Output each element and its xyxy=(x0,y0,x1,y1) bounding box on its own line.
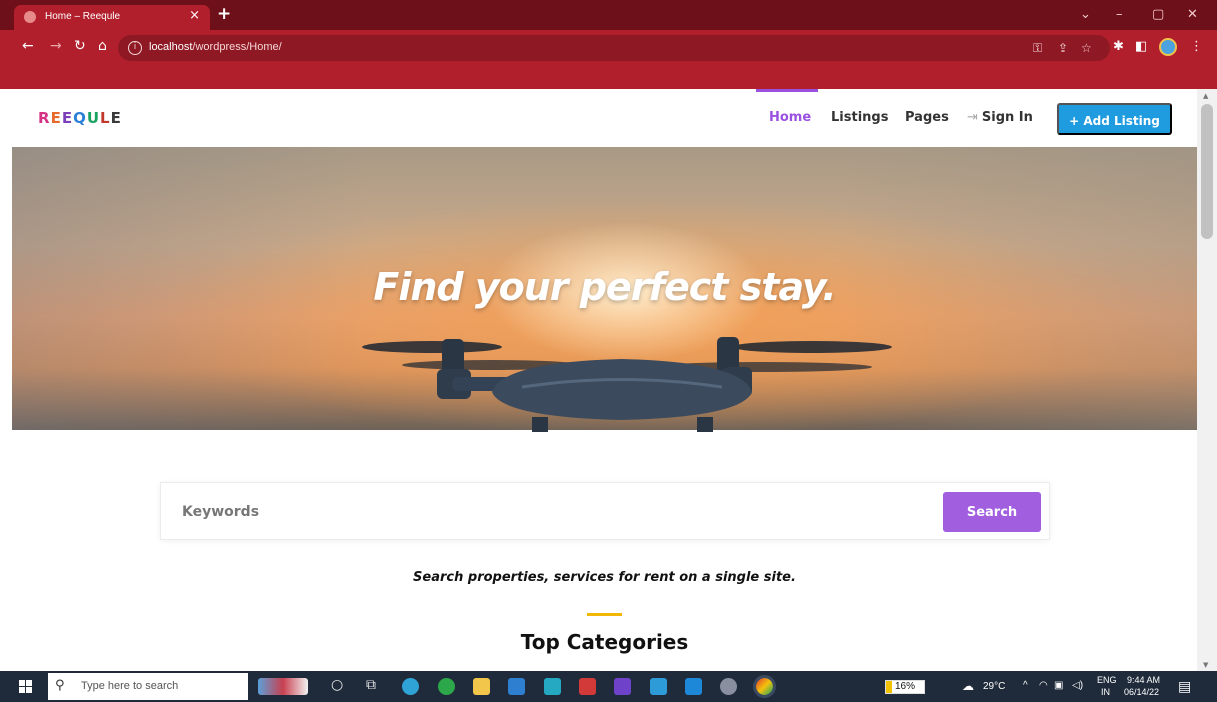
close-window-button[interactable]: ✕ xyxy=(1187,7,1198,22)
edge-icon[interactable] xyxy=(402,678,419,695)
l-app-icon[interactable] xyxy=(544,678,561,695)
logo-letter: E xyxy=(110,109,122,127)
hero-banner: Find your perfect stay. xyxy=(12,147,1197,432)
site-logo[interactable]: REEQULE xyxy=(38,109,122,127)
battery-fill xyxy=(886,681,892,693)
address-bar[interactable]: i localhost/wordpress/Home/ ⚿ ⇪ ☆ xyxy=(118,35,1110,61)
tab-search-icon[interactable]: ⌄ xyxy=(1080,7,1091,22)
tab-close-icon[interactable]: × xyxy=(189,8,200,23)
browser-chrome: Home – Reequle × + ⌄ – ▢ ✕ ← → ↻ ⌂ i loc… xyxy=(0,0,1217,89)
language-bottom[interactable]: IN xyxy=(1101,687,1110,697)
home-icon[interactable]: ⌂ xyxy=(98,39,107,53)
network-icon[interactable]: ▣ xyxy=(1054,680,1063,691)
top-categories-title: Top Categories xyxy=(520,630,689,654)
show-hidden-icons-chevron-icon[interactable]: ^ xyxy=(1023,680,1028,691)
windows-start-icon[interactable] xyxy=(19,680,32,693)
kebab-menu-icon[interactable]: ⋮ xyxy=(1190,39,1203,54)
news-widget-icon[interactable] xyxy=(258,678,308,695)
scroll-down-arrow-icon[interactable]: ▼ xyxy=(1203,661,1208,669)
reload-icon[interactable]: ↻ xyxy=(74,39,86,53)
volume-icon[interactable]: ◁) xyxy=(1072,680,1083,691)
nav-sign-in[interactable]: ⇥ Sign In xyxy=(967,110,1033,125)
minimize-button[interactable]: – xyxy=(1116,7,1123,22)
mail-icon[interactable] xyxy=(508,678,525,695)
info-icon[interactable]: i xyxy=(128,41,142,55)
battery-percent: 16% xyxy=(894,681,915,692)
address-row: ← → ↻ ⌂ i localhost/wordpress/Home/ ⚿ ⇪ … xyxy=(0,30,1217,64)
media-app-icon[interactable] xyxy=(720,678,737,695)
sign-in-label: Sign In xyxy=(981,110,1033,125)
tagline: Search properties, services for rent on … xyxy=(413,570,796,585)
windows-taskbar: ⚲ Type here to search ○ ⧉ 16% ☁ 29°C ^ ◠… xyxy=(0,671,1217,702)
logo-letter: E xyxy=(50,109,62,127)
nav-active-indicator xyxy=(756,89,818,92)
cortana-icon[interactable]: ○ xyxy=(331,677,343,693)
key-icon[interactable]: ⚿ xyxy=(1033,41,1042,56)
hero-title: Find your perfect stay. xyxy=(373,265,836,309)
side-panel-icon[interactable]: ◧ xyxy=(1135,39,1147,54)
browser-tab[interactable]: Home – Reequle × xyxy=(14,5,210,30)
clock-time[interactable]: 9:44 AM xyxy=(1127,675,1160,685)
logo-letter: U xyxy=(86,109,101,127)
sign-in-icon: ⇥ xyxy=(967,110,978,125)
drone-image xyxy=(362,337,892,432)
taskbar-search-box[interactable]: ⚲ Type here to search xyxy=(48,673,248,700)
back-arrow-icon[interactable]: ← xyxy=(22,39,34,53)
maximize-button[interactable]: ▢ xyxy=(1152,7,1164,22)
extensions-puzzle-icon[interactable]: ✱ xyxy=(1113,39,1124,54)
url-text[interactable]: localhost/wordpress/Home/ xyxy=(149,41,282,53)
logo-letter: R xyxy=(38,109,51,127)
search-icon: ⚲ xyxy=(55,678,65,693)
task-view-icon[interactable]: ⧉ xyxy=(366,677,376,693)
taskbar-search-placeholder: Type here to search xyxy=(81,680,179,692)
wifi-icon[interactable]: ◠ xyxy=(1039,680,1048,691)
vscode-icon[interactable] xyxy=(685,678,702,695)
forward-arrow-icon[interactable]: → xyxy=(50,39,62,53)
logo-letter: Q xyxy=(73,109,87,127)
chrome-icon[interactable] xyxy=(753,675,776,698)
add-listing-button[interactable]: + Add Listing xyxy=(1057,103,1172,135)
site-header: REEQULE Home Listings Pages ⇥ Sign In + A… xyxy=(12,89,1197,147)
notifications-icon[interactable]: ▤ xyxy=(1178,678,1191,695)
logo-letter: L xyxy=(100,109,111,127)
scroll-up-arrow-icon[interactable]: ▲ xyxy=(1203,92,1208,100)
keywords-input[interactable] xyxy=(161,483,941,541)
logo-letter: E xyxy=(61,109,74,127)
nav-home[interactable]: Home xyxy=(769,110,811,125)
tab-title: Home – Reequle xyxy=(45,11,121,22)
battery-indicator[interactable]: 16% xyxy=(885,680,925,694)
scroll-thumb[interactable] xyxy=(1201,104,1213,239)
profile-avatar[interactable] xyxy=(1159,38,1177,56)
new-tab-button[interactable]: + xyxy=(217,4,231,24)
mcafee-icon[interactable] xyxy=(579,678,596,695)
share-icon[interactable]: ⇪ xyxy=(1058,41,1068,55)
search-button[interactable]: Search xyxy=(943,492,1041,532)
clock-date[interactable]: 06/14/22 xyxy=(1124,687,1159,697)
tab-strip: Home – Reequle × + ⌄ – ▢ ✕ xyxy=(0,0,1217,30)
language-top[interactable]: ENG xyxy=(1097,675,1117,685)
web-page: REEQULE Home Listings Pages ⇥ Sign In + A… xyxy=(12,89,1197,671)
weather-cloud-icon[interactable]: ☁ xyxy=(962,679,974,693)
bookmark-star-icon[interactable]: ☆ xyxy=(1081,41,1092,55)
app-icon[interactable] xyxy=(650,678,667,695)
section-divider xyxy=(587,613,622,616)
tab-favicon-icon xyxy=(24,11,36,23)
search-box: Search xyxy=(160,482,1050,541)
nav-listings[interactable]: Listings xyxy=(831,110,888,125)
jetbrains-icon[interactable] xyxy=(614,678,631,695)
page-scrollbar[interactable]: ▲ ▼ xyxy=(1197,89,1217,671)
weather-temp[interactable]: 29°C xyxy=(983,681,1005,692)
nav-pages[interactable]: Pages xyxy=(905,110,949,125)
xbox-icon[interactable] xyxy=(438,678,455,695)
file-explorer-icon[interactable] xyxy=(473,678,490,695)
